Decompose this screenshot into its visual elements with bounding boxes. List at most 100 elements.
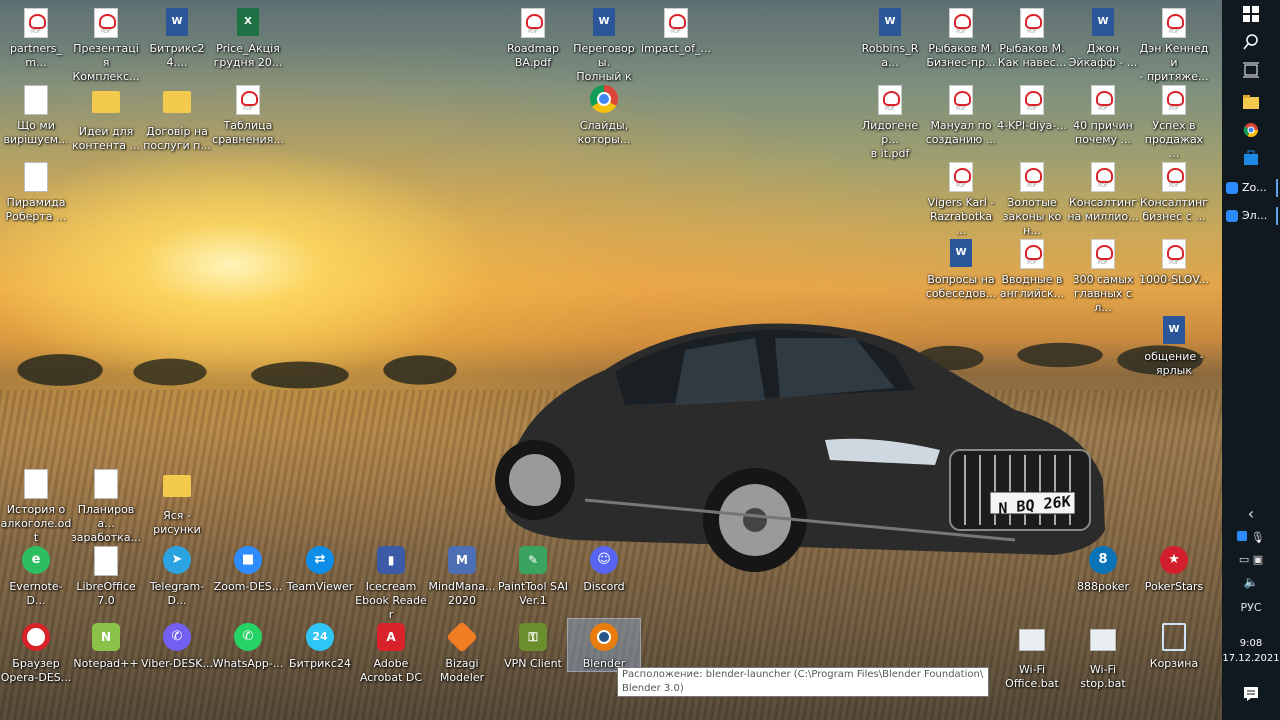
- desktop-icon[interactable]: Корзина: [1138, 623, 1210, 671]
- pdf-file-icon: [1091, 85, 1115, 115]
- desktop-icon[interactable]: ★ PokerStars: [1138, 546, 1210, 594]
- desktop-icon-image: [1017, 629, 1047, 661]
- task-view-button[interactable]: [1222, 56, 1280, 84]
- clock[interactable]: 9:08 17.12.2021: [1222, 636, 1280, 666]
- desktop-icon[interactable]: Дэн Кеннеди - притяже...: [1138, 8, 1210, 84]
- desktop-icon[interactable]: 1000-SLOV...: [1138, 239, 1210, 287]
- desktop-icon-image: ✆: [162, 623, 192, 655]
- desktop-icon[interactable]: N Notepad++: [70, 623, 142, 671]
- desktop-icon[interactable]: Золотые законы кон...: [996, 162, 1068, 238]
- desktop-icon[interactable]: 300 самых главных сл...: [1067, 239, 1139, 315]
- desktop-icon[interactable]: LibreOffice 7.0: [70, 546, 142, 608]
- desktop-icon-image: [1159, 8, 1189, 40]
- taskbar-app-zoom[interactable]: Zo...: [1226, 176, 1278, 200]
- desktop-icon[interactable]: Консалтинг на миллио...: [1067, 162, 1139, 224]
- desktop-icon[interactable]: partners_m...: [0, 8, 72, 70]
- desktop-icon-image: [21, 623, 51, 655]
- desktop-icon-image: 24: [305, 623, 335, 655]
- input-language[interactable]: РУС: [1222, 594, 1280, 622]
- desktop-icon-label: Telegram-D...: [149, 580, 205, 607]
- desktop-icon[interactable]: 8 888poker: [1067, 546, 1139, 594]
- desktop-icon-image: ☺: [589, 546, 619, 578]
- desktop-icon[interactable]: Vigers Karl - Razrabotka ...: [925, 162, 997, 238]
- desktop-icon-label: TeamViewer: [286, 580, 354, 593]
- desktop-icon[interactable]: Blender: [567, 618, 641, 672]
- search-button[interactable]: [1222, 28, 1280, 56]
- desktop-icon-image: ■: [233, 546, 263, 578]
- desktop-icon[interactable]: W Robbins_Ra...: [854, 8, 926, 70]
- recycle-bin-icon: [1162, 623, 1186, 651]
- desktop-icon[interactable]: История о алкоголе.odt: [0, 469, 72, 545]
- store-taskbar-button[interactable]: [1222, 144, 1280, 172]
- desktop-icon[interactable]: Wобщение - ярлык: [1138, 316, 1210, 378]
- volume-button[interactable]: 🔈: [1222, 568, 1280, 596]
- desktop-icon[interactable]: Wi-Fi stop.bat: [1067, 623, 1139, 691]
- battery-icon[interactable]: ▭: [1239, 553, 1249, 566]
- microphone-icon[interactable]: 🎙: [1251, 531, 1265, 544]
- desktop-icon[interactable]: ☺ Discord: [568, 546, 640, 594]
- start-button[interactable]: [1222, 0, 1280, 28]
- desktop-icon[interactable]: 24 Битрикс24: [284, 623, 356, 671]
- speaker-icon: 🔈: [1243, 575, 1259, 589]
- desktop-icon[interactable]: ✆ WhatsApp-...: [212, 623, 284, 671]
- desktop-icon-label: 1000-SLOV...: [1139, 273, 1209, 286]
- action-center-button[interactable]: [1222, 680, 1280, 708]
- document-icon: [24, 85, 48, 115]
- pdf-file-icon: [1162, 162, 1186, 192]
- folder-icon: [1243, 95, 1259, 109]
- desktop-icon[interactable]: Яся - рисунки: [141, 469, 213, 537]
- pdf-file-icon: [949, 85, 973, 115]
- pdf-file-icon: [1162, 239, 1186, 269]
- desktop-icon[interactable]: Браузер Opera-DES...: [0, 623, 72, 685]
- desktop-icon[interactable]: ■ Zoom-DES...: [212, 546, 284, 594]
- pdf-file-icon: [236, 85, 260, 115]
- telegram-icon: ➤: [163, 546, 191, 574]
- taskbar-app-mail[interactable]: Эл...: [1226, 204, 1278, 228]
- chrome-taskbar-button[interactable]: [1222, 116, 1280, 144]
- desktop-icon[interactable]: Консалтинг бизнес с ...: [1138, 162, 1210, 224]
- desktop-icon[interactable]: e Evernote-D...: [0, 546, 72, 608]
- desktop-icon[interactable]: ⚿ VPN Client: [497, 623, 569, 671]
- desktop-icon[interactable]: M MindMana... 2020: [426, 546, 498, 608]
- desktop-icon[interactable]: Roadmap BA.pdf: [497, 8, 569, 70]
- active-indicator: [1276, 207, 1278, 225]
- desktop-icon[interactable]: A Adobe Acrobat DC: [355, 623, 427, 685]
- desktop-icon[interactable]: Bizagi Modeler: [426, 621, 498, 685]
- desktop-icon-label: Viber-DESK...: [141, 657, 213, 670]
- desktop-icon[interactable]: Планирова... заработка...: [70, 469, 142, 545]
- desktop-icon[interactable]: W Битрикс24....: [141, 8, 213, 70]
- desktop-icon-image: W: [1159, 316, 1189, 348]
- desktop-icon[interactable]: Успех в продажах ...: [1138, 85, 1210, 161]
- desktop-icon[interactable]: X Price_Акція грудня 20...: [212, 8, 284, 70]
- desktop-icon[interactable]: Идеи для контента ...: [70, 85, 142, 153]
- desktop-icon[interactable]: W Джон Эйкафф - ...: [1067, 8, 1139, 70]
- notification-icon: [1244, 687, 1258, 701]
- desktop-icon[interactable]: W Вопросы на собеседов...: [925, 239, 997, 301]
- desktop-icon[interactable]: Слайды, которы...: [568, 85, 640, 147]
- desktop-icon[interactable]: Пирамида Роберта ...: [0, 162, 72, 224]
- desktop-icon[interactable]: Вводные в английск...: [996, 239, 1068, 301]
- desktop-icon[interactable]: Таблица сравнения...: [212, 85, 284, 147]
- desktop-icon[interactable]: Що ми вирішуєм...: [0, 85, 72, 147]
- desktop-icon[interactable]: Wi-Fi Office.bat: [996, 623, 1068, 691]
- desktop-icon[interactable]: Рыбаков М. Бизнес-пр...: [925, 8, 997, 70]
- desktop-icon[interactable]: Презентація Комплекс...: [70, 8, 142, 84]
- desktop-icon[interactable]: ▮ Icecream Ebook Reader: [355, 546, 427, 622]
- desktop-icon[interactable]: ✆ Viber-DESK...: [141, 623, 213, 671]
- network-icon[interactable]: ▣: [1253, 553, 1263, 566]
- desktop-icon[interactable]: ➤ Telegram-D...: [141, 546, 213, 608]
- desktop-icon[interactable]: impact_of_...: [640, 8, 712, 56]
- desktop-icon[interactable]: Мануал по созданию ...: [925, 85, 997, 147]
- file-explorer-button[interactable]: [1222, 88, 1280, 116]
- desktop-icon-label: Консалтинг бизнес с ...: [1139, 196, 1209, 223]
- zoom-tray-icon[interactable]: [1237, 531, 1248, 541]
- desktop-icon[interactable]: 4-KPI-diya-...: [996, 85, 1068, 133]
- desktop-icon[interactable]: Рыбаков М. Как навес...: [996, 8, 1068, 70]
- desktop-icon[interactable]: ⇄ TeamViewer: [284, 546, 356, 594]
- desktop-icon[interactable]: Договір на послуги п...: [141, 85, 213, 153]
- desktop-icon[interactable]: Лидогенер... в it.pdf: [854, 85, 926, 161]
- desktop-icon[interactable]: ✎ PaintTool SAI Ver.1: [497, 546, 569, 608]
- blender-tooltip: Расположение: blender-launcher (C:\Progr…: [617, 667, 989, 697]
- pdf-file-icon: [878, 85, 902, 115]
- desktop-icon[interactable]: 40 причин почему ...: [1067, 85, 1139, 147]
